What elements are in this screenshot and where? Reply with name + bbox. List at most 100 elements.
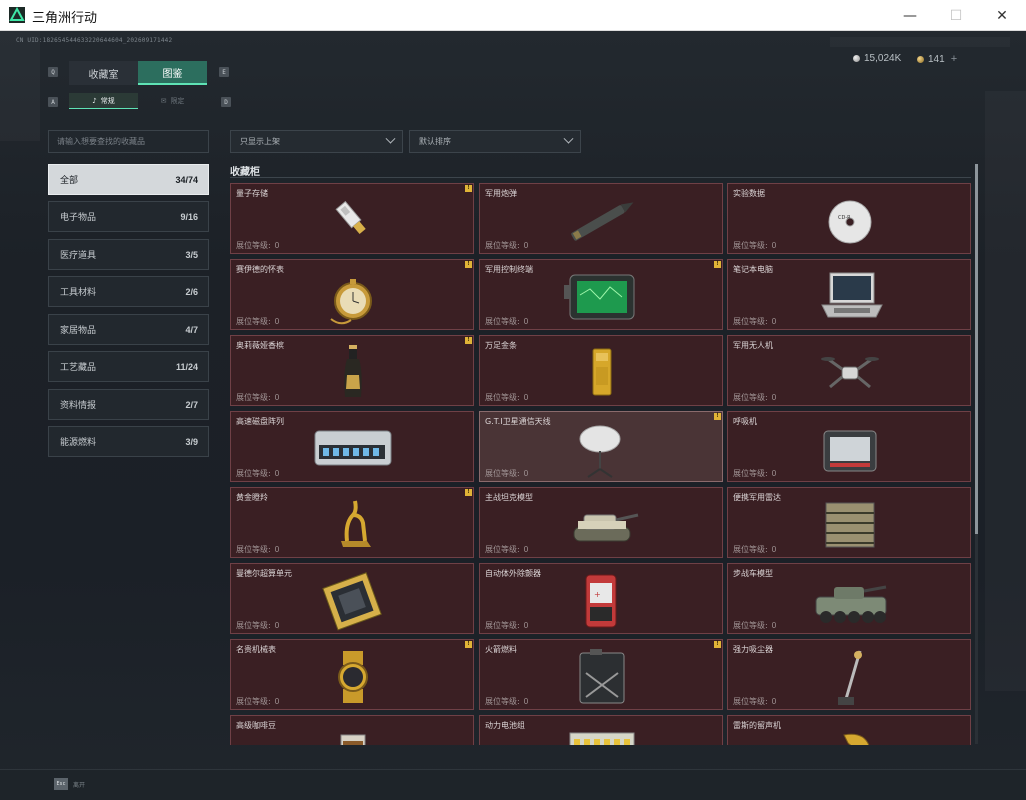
level-label: 展位等级: [236, 317, 271, 326]
level-value: 0 [523, 241, 529, 250]
collection-item-card[interactable]: 奥莉薇娅香槟! 展位等级: 0 [230, 335, 474, 406]
collection-item-card[interactable]: 赛伊德的怀表! 展位等级: 0 [230, 259, 474, 330]
collection-item-card[interactable]: 步战车模型 展位等级: 0 [727, 563, 971, 634]
chevron-down-icon [385, 133, 396, 144]
add-currency-button[interactable]: + [951, 53, 957, 65]
item-name: 主战坦克模型 [485, 493, 533, 502]
item-name: G.T.I卫星通信天线 [485, 417, 551, 426]
item-level: 展位等级: 0 [236, 544, 279, 555]
leave-label: 离开 [73, 782, 86, 789]
search-box[interactable] [48, 130, 209, 153]
category-tools[interactable]: 工具材料 2/6 [48, 276, 209, 307]
minimize-button[interactable]: — [887, 0, 933, 31]
gold-coin-icon [917, 55, 924, 63]
tab-collection-room[interactable]: 收藏室 [69, 61, 138, 85]
level-label: 展位等级: [733, 393, 768, 402]
category-crafts[interactable]: 工艺藏品 11/24 [48, 351, 209, 382]
item-name: 万足金条 [485, 341, 517, 350]
svg-text:CD-R: CD-R [838, 215, 851, 221]
level-value: 0 [523, 393, 529, 402]
collection-item-card[interactable]: 军用炮弹 展位等级: 0 [479, 183, 723, 254]
player-uid: CN UID:182654544633220644604_20260917144… [16, 37, 173, 44]
bottom-bar [0, 769, 1026, 800]
level-label: 展位等级: [485, 469, 520, 478]
category-all[interactable]: 全部 34/74 [48, 164, 209, 195]
collection-item-card[interactable]: 军用无人机 展位等级: 0 [727, 335, 971, 406]
level-value: 0 [523, 469, 529, 478]
item-name: 动力电池组 [485, 721, 525, 730]
item-name: 军用无人机 [733, 341, 773, 350]
collection-item-card[interactable]: 军用控制终端! 展位等级: 0 [479, 259, 723, 330]
subtab-regular[interactable]: ♪ 常规 [69, 93, 138, 109]
disk-array-icon [314, 430, 392, 466]
scrollbar-thumb[interactable] [975, 164, 978, 534]
collection-item-card[interactable]: 黄金瞪羚! 展位等级: 0 [230, 487, 474, 558]
collection-item-card[interactable]: 高级咖啡豆 [230, 715, 474, 745]
collection-item-card[interactable]: 高速磁盘阵列 展位等级: 0 [230, 411, 474, 482]
laptop-icon [821, 272, 883, 318]
search-input[interactable] [57, 137, 207, 146]
level-value: 0 [771, 317, 777, 326]
item-name: 名贵机械表 [236, 645, 276, 654]
collection-item-card[interactable]: 曼德尔超算单元 展位等级: 0 [230, 563, 474, 634]
collection-item-card[interactable]: 呼吸机 展位等级: 0 [727, 411, 971, 482]
item-name: 自动体外除颤器 [485, 569, 541, 578]
collection-item-card[interactable]: 实验数据 CD-R 展位等级: 0 [727, 183, 971, 254]
alert-icon: ! [465, 185, 472, 192]
tank-icon [573, 513, 639, 542]
key-hint-d: D [221, 97, 231, 107]
pocket-watch-icon [330, 279, 372, 325]
maximize-button[interactable]: ☐ [933, 0, 979, 31]
silver-coin-icon [853, 55, 860, 62]
collection-item-card[interactable]: 笔记本电脑 展位等级: 0 [727, 259, 971, 330]
collection-item-card[interactable]: 雷斯的留声机 [727, 715, 971, 745]
sort-dropdown[interactable]: 默认排序 [409, 130, 581, 153]
item-name: 强力吸尘器 [733, 645, 773, 654]
window-title: 三角洲行动 [32, 11, 98, 26]
item-name: 黄金瞪羚 [236, 493, 268, 502]
collection-item-card[interactable]: 自动体外除颤器 + 展位等级: 0 [479, 563, 723, 634]
collection-item-card[interactable]: 量子存储! 展位等级: 0 [230, 183, 474, 254]
item-level: 展位等级: 0 [485, 316, 528, 327]
gold-bar-icon [592, 348, 612, 396]
collection-item-card[interactable]: 万足金条 展位等级: 0 [479, 335, 723, 406]
category-intel[interactable]: 资料情报 2/7 [48, 389, 209, 420]
app-logo-icon [9, 7, 25, 23]
category-medical[interactable]: 医疗道具 3/5 [48, 239, 209, 270]
category-label: 电子物品 [60, 213, 97, 223]
collection-item-card[interactable]: 动力电池组 [479, 715, 723, 745]
category-energy[interactable]: 能源燃料 3/9 [48, 426, 209, 457]
collection-item-card[interactable]: 火箭燃料! 展位等级: 0 [479, 639, 723, 710]
game-viewport: CN UID:182654544633220644604_20260917144… [0, 31, 1026, 800]
alert-icon: ! [714, 641, 721, 648]
category-label: 工艺藏品 [60, 363, 97, 373]
category-count: 4/7 [185, 324, 198, 335]
tab-codex[interactable]: 图鉴 [138, 61, 207, 85]
collection-item-card[interactable]: 名贵机械表! 展位等级: 0 [230, 639, 474, 710]
level-value: 0 [523, 545, 529, 554]
subtab-limited[interactable]: ✉ 限定 [138, 93, 207, 109]
envelope-icon: ✉ [160, 97, 167, 105]
category-electronics[interactable]: 电子物品 9/16 [48, 201, 209, 232]
item-level: 展位等级: 0 [485, 696, 528, 707]
level-label: 展位等级: [733, 469, 768, 478]
close-button[interactable]: ✕ [979, 0, 1025, 31]
item-level: 展位等级: 0 [733, 696, 776, 707]
collection-item-card[interactable]: G.T.I卫星通信天线! 展位等级: 0 [479, 411, 723, 482]
item-name: 便携军用雷达 [733, 493, 781, 502]
sort-value: 默认排序 [419, 137, 451, 146]
section-title: 收藏柜 [230, 167, 260, 178]
collection-item-card[interactable]: 主战坦克模型 展位等级: 0 [479, 487, 723, 558]
category-household[interactable]: 家居物品 4/7 [48, 314, 209, 345]
esc-key-hint[interactable]: Esc [54, 778, 68, 790]
item-level: 展位等级: 0 [733, 240, 776, 251]
disc-icon: CD-R [828, 200, 872, 244]
gold-currency: 141 + [917, 53, 957, 65]
champagne-icon [344, 345, 362, 397]
artillery-shell-icon [571, 202, 634, 241]
display-filter-dropdown[interactable]: 只显示上架 [230, 130, 403, 153]
category-label: 资料情报 [60, 401, 97, 411]
collection-item-card[interactable]: 强力吸尘器展位等级: 0 [727, 639, 971, 710]
item-name: 军用控制终端 [485, 265, 533, 274]
collection-item-card[interactable]: 便携军用雷达 展位等级: 0 [727, 487, 971, 558]
